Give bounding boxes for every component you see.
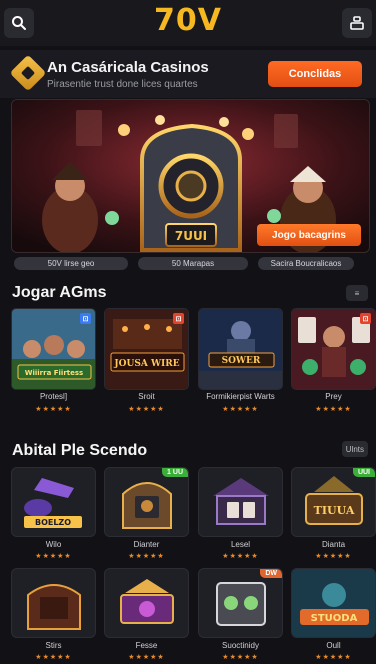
game-card-4[interactable]: ⊡ (291, 308, 376, 390)
game-rating: ★★★★★ (35, 553, 72, 560)
game-card-1[interactable]: Wiiirra Fiirtess ⊡ (11, 308, 96, 390)
game-card-9[interactable] (11, 568, 96, 638)
game-rating: ★★★★★ (315, 654, 352, 661)
section-title-abital: Abital Ple Scendo (12, 442, 148, 459)
game-rating: ★★★★★ (128, 654, 165, 661)
promo-title: An Casáricala Casinos (47, 59, 209, 76)
svg-text:Wiiirra Fiirtess: Wiiirra Fiirtess (25, 369, 83, 377)
game-thumbnail (216, 582, 266, 626)
top-bar: 70V (0, 0, 376, 46)
game-thumbnail: TIUUA (305, 476, 363, 525)
game-card-8[interactable]: TIUUA UUI (291, 467, 376, 537)
game-card-2[interactable]: JOUSA WIRE ⊡ (104, 308, 189, 390)
game-badge: 1 UU (162, 468, 188, 477)
game-thumbnail: SOWER (199, 309, 282, 389)
game-rating: ★★★★★ (128, 553, 165, 560)
game-name: Dianter (133, 540, 160, 549)
game-rating: ★★★★★ (315, 406, 352, 413)
svg-text:JOUSA WIRE: JOUSA WIRE (113, 359, 179, 369)
promo-cta-button[interactable]: Conclidas (268, 61, 362, 87)
section-title-jogar: Jogar AGms (12, 284, 107, 301)
profile-button[interactable] (342, 8, 372, 38)
game-thumbnail: BOELZO (24, 478, 82, 528)
game-thumbnail (122, 482, 172, 529)
svg-text:SOWER: SOWER (222, 356, 261, 366)
game-thumbnail (27, 584, 81, 630)
filter-pill-1[interactable]: 50V lirse geo (14, 257, 128, 270)
game-badge: ⊡ (80, 313, 91, 324)
game-badge: ⊡ (360, 313, 371, 324)
game-name: Lesel (230, 540, 251, 549)
game-name: Wilo (45, 540, 62, 549)
game-thumbnail: STUODA (292, 569, 375, 637)
game-rating: ★★★★★ (222, 553, 259, 560)
game-rating: ★★★★★ (222, 406, 259, 413)
game-name: Oull (326, 641, 341, 650)
game-card-5[interactable]: BOELZO (11, 467, 96, 537)
game-card-6[interactable]: 1 UU (104, 467, 189, 537)
filter-pill-2[interactable]: 50 Marapas (138, 257, 248, 270)
svg-text:STUODA: STUODA (311, 613, 358, 624)
filter-pill-3[interactable]: Sacira Boucralicaos (258, 257, 354, 270)
game-rating: ★★★★★ (222, 654, 259, 661)
site-logo[interactable]: 70V (0, 3, 376, 38)
game-card-11[interactable]: DW (198, 568, 283, 638)
game-card-12[interactable]: STUODA (291, 568, 376, 638)
game-rating: ★★★★★ (128, 406, 165, 413)
game-name: Formikierpist Warts (206, 392, 275, 401)
game-name: Protesl] (39, 392, 68, 401)
game-rating: ★★★★★ (35, 654, 72, 661)
diamond-icon (9, 54, 47, 92)
game-rating: ★★★★★ (35, 406, 72, 413)
game-name: Sroit (138, 392, 155, 401)
game-name: Suoctinidy (222, 641, 259, 650)
game-badge: ⊡ (173, 313, 184, 324)
game-name: Stirs (45, 641, 62, 650)
hero-slot-sign: 7UUI (175, 229, 207, 243)
game-name: Prey (325, 392, 342, 401)
svg-text:BOELZO: BOELZO (35, 518, 71, 527)
hero-play-button[interactable]: Jogo bacagrins (257, 224, 361, 246)
game-thumbnail (213, 478, 269, 525)
svg-text:TIUUA: TIUUA (314, 504, 355, 517)
section-more-button[interactable]: Ulnts (341, 441, 368, 457)
hero-banner[interactable]: 7UUI Jogo bacagrins (11, 99, 370, 253)
game-rating: ★★★★★ (315, 553, 352, 560)
game-thumbnail (120, 579, 174, 624)
game-badge: DW (260, 569, 282, 578)
game-card-7[interactable] (198, 467, 283, 537)
game-name: Fesse (135, 641, 158, 650)
game-name: Dianta (321, 540, 346, 549)
profile-icon (350, 16, 364, 30)
section-menu-button[interactable]: ≡ (346, 285, 368, 301)
game-card-3[interactable]: SOWER (198, 308, 283, 390)
game-badge: UUI (352, 468, 375, 477)
promo-subtitle: Pirasentie trust done lices quartes (47, 79, 198, 90)
game-card-10[interactable] (104, 568, 189, 638)
promo-banner: An Casáricala Casinos Pirasentie trust d… (0, 50, 376, 98)
